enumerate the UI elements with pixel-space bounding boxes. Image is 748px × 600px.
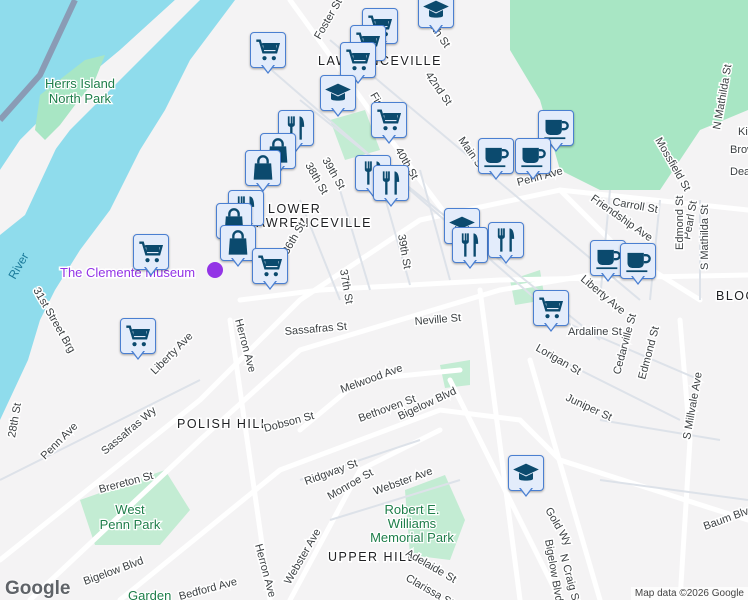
shopping-cart-icon (133, 234, 169, 270)
street-label: Ardaline St (568, 326, 622, 338)
map-attribution[interactable]: Map data ©2026 Google (630, 587, 748, 600)
shopping-cart-marker[interactable] (250, 32, 286, 76)
marker-pointer (263, 280, 277, 290)
restaurant-icon (373, 165, 409, 201)
street-label: Dearborn St (730, 166, 748, 178)
shopping-cart-icon (252, 248, 288, 284)
cafe-icon (478, 138, 514, 174)
street-label: 39th St (395, 233, 413, 269)
cafe-icon (620, 243, 656, 279)
cafe-icon (515, 138, 551, 174)
restaurant-marker[interactable] (488, 222, 524, 266)
marker-pointer (489, 170, 503, 180)
street-label: Sassafras St (284, 321, 347, 338)
marker-pointer (231, 257, 245, 267)
neighborhood-polish-hill: POLISH HILL (177, 417, 269, 431)
shopping-cart-icon (533, 290, 569, 326)
marker-pointer (601, 272, 615, 282)
poi-clemente-museum[interactable]: The Clemente Museum (59, 264, 197, 282)
school-marker[interactable] (320, 75, 356, 119)
park-label-garden: Garden (128, 588, 171, 600)
marker-pointer (331, 107, 345, 117)
shopping-cart-marker[interactable] (133, 234, 169, 278)
marker-pointer (499, 254, 513, 264)
cafe-marker[interactable] (515, 138, 551, 182)
street-label: Foster St (312, 0, 345, 42)
street-label: Kirkpatrick St (738, 126, 748, 138)
restaurant-marker[interactable] (452, 227, 488, 271)
school-marker[interactable] (418, 0, 454, 36)
cafe-marker[interactable] (478, 138, 514, 182)
street-label: Bedford Ave (178, 576, 239, 600)
street-label: Brown St (730, 144, 748, 156)
shopping-cart-icon (371, 102, 407, 138)
shopping-bag-icon (220, 225, 256, 261)
street-label: Dobson St (263, 410, 316, 435)
street-label: Edmond St (674, 196, 686, 250)
shopping-cart-marker[interactable] (120, 318, 156, 362)
neighborhood-lower-lawrenceville: LOWER LAWRENCEVILLE (248, 202, 372, 230)
shopping-bag-icon (245, 150, 281, 186)
street-label: 28th St (6, 402, 24, 438)
marker-pointer (631, 275, 645, 285)
school-icon (320, 75, 356, 111)
shopping-cart-marker[interactable] (533, 290, 569, 334)
google-logo: Google (5, 578, 71, 599)
shopping-bag-marker[interactable] (220, 225, 256, 269)
street-label: Juniper St (564, 392, 614, 424)
marker-pointer (526, 170, 540, 180)
street-label: Bigelow Blvd (82, 555, 145, 588)
marker-pointer (519, 487, 533, 497)
shopping-cart-icon (250, 32, 286, 68)
shopping-cart-marker[interactable] (252, 248, 288, 292)
street-label: 42nd St (423, 70, 455, 108)
street-label: Penn Ave (39, 420, 81, 462)
restaurant-marker[interactable] (373, 165, 409, 209)
street-label: S Mathilda St (699, 205, 711, 270)
marker-pointer (261, 64, 275, 74)
street-label: Lorigan St (534, 342, 583, 377)
marker-pointer (463, 259, 477, 269)
marker-pointer (544, 322, 558, 332)
street-label: Sassafras Wy (99, 404, 159, 457)
map-canvas[interactable]: Herrs Island North Park West Penn Park Rob… (0, 0, 748, 600)
school-icon (508, 455, 544, 491)
shopping-cart-icon (340, 42, 376, 78)
restaurant-icon (488, 222, 524, 258)
street-label: Herron Ave (252, 543, 278, 599)
marker-pointer (549, 142, 563, 152)
restaurant-icon (452, 227, 488, 263)
shopping-bag-marker[interactable] (245, 150, 281, 194)
shopping-cart-marker[interactable] (371, 102, 407, 146)
cafe-marker[interactable] (620, 243, 656, 287)
marker-pointer (131, 350, 145, 360)
neighborhood-bloomfield: BLOOMFIELD (716, 289, 748, 303)
shopping-cart-icon (120, 318, 156, 354)
marker-pointer (384, 197, 398, 207)
marker-pointer (382, 134, 396, 144)
street-label: Edmond St (636, 325, 662, 381)
park-label-herrs-island: Herrs Island North Park (45, 76, 115, 106)
school-marker[interactable] (508, 455, 544, 499)
marker-pointer (429, 24, 443, 34)
marker-pointer (144, 266, 158, 276)
